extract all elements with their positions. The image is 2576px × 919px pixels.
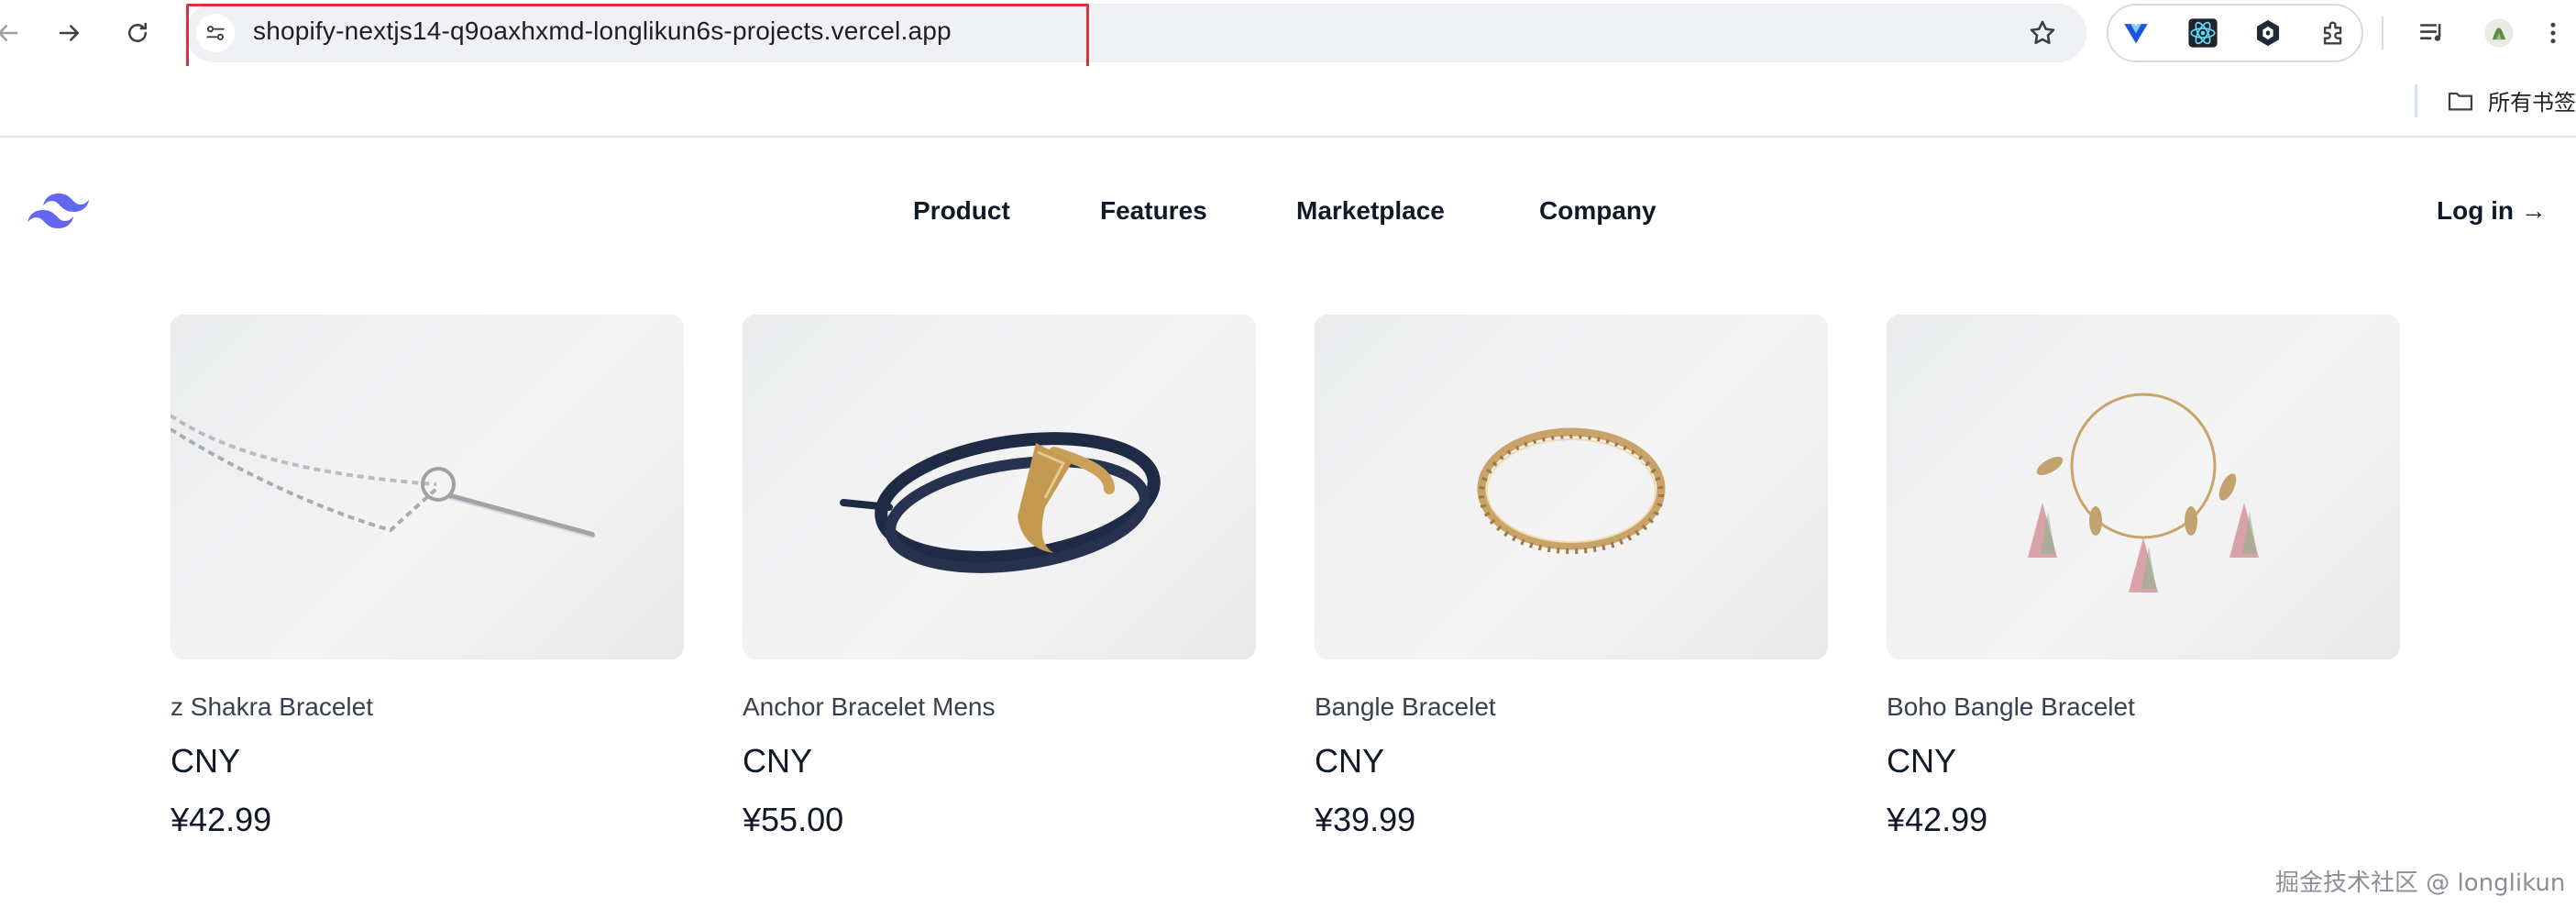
reload-button[interactable] — [117, 13, 158, 53]
puzzle-icon — [2323, 21, 2342, 45]
react-devtools-extension[interactable] — [2185, 15, 2221, 51]
media-control-button[interactable] — [2415, 15, 2451, 51]
nav-link-features[interactable]: Features — [1100, 196, 1296, 233]
star-icon — [2030, 20, 2055, 45]
gold-bangle-image — [1477, 427, 1666, 554]
tassel-bangle-image — [2028, 393, 2259, 592]
v-logo-icon — [2124, 24, 2148, 44]
bookmarks-divider — [2415, 84, 2417, 117]
product-image[interactable] — [743, 315, 1256, 659]
product-card[interactable]: z Shakra Bracelet CNY ¥42.99 — [171, 315, 684, 839]
bookmark-star-button[interactable] — [2024, 15, 2061, 51]
product-name: Bangle Bracelet — [1315, 692, 1496, 721]
product-price: ¥42.99 — [171, 801, 272, 838]
tailwind-logo-icon[interactable] — [24, 188, 94, 232]
nav-link-company[interactable]: Company — [1539, 196, 1668, 233]
back-button[interactable] — [0, 13, 28, 53]
product-price: ¥42.99 — [1887, 801, 1988, 838]
toolbar-separator — [2382, 17, 2383, 50]
product-grid: z Shakra Bracelet CNY ¥42.99 Anchor Brac… — [171, 315, 2400, 839]
anchor-leather-bracelet-image — [840, 432, 1161, 573]
reload-icon — [128, 22, 147, 42]
kebab-menu-icon — [2550, 22, 2556, 44]
product-currency: CNY — [1315, 742, 1385, 780]
profile-avatar[interactable] — [2481, 15, 2517, 51]
watermark: 掘金技术社区 @ longlikun — [2275, 869, 2566, 897]
silver-chain-bracelet-image — [171, 414, 595, 538]
hexagon-extension[interactable] — [2250, 15, 2286, 51]
react-icon — [2188, 18, 2218, 48]
product-image[interactable] — [1315, 315, 1828, 659]
product-currency: CNY — [1887, 742, 1957, 780]
chrome-menu-button[interactable] — [2539, 15, 2567, 51]
extensions-button[interactable] — [2316, 15, 2352, 51]
bookmarks-bar — [0, 66, 2576, 138]
forward-button[interactable] — [50, 13, 90, 53]
product-image[interactable] — [1887, 315, 2400, 659]
product-currency: CNY — [743, 742, 813, 780]
all-bookmarks-folder[interactable]: 所有书签 — [2446, 84, 2576, 116]
browser-toolbar: shopify-nextjs14-q9oaxhxmd-longlikun6s-p… — [0, 0, 2576, 71]
vue-devtools-extension[interactable] — [2118, 15, 2154, 51]
main-nav: Product Features Marketplace Company — [913, 196, 1668, 233]
arrow-right-icon — [59, 25, 79, 41]
all-bookmarks-label: 所有书签 — [2488, 90, 2576, 116]
product-name: Anchor Bracelet Mens — [743, 692, 996, 721]
product-card[interactable]: Boho Bangle Bracelet CNY ¥42.99 — [1887, 315, 2400, 839]
url-highlight-box — [186, 4, 1089, 71]
nav-link-product[interactable]: Product — [913, 196, 1100, 233]
product-name: Boho Bangle Bracelet — [1887, 692, 2135, 721]
product-currency: CNY — [171, 742, 241, 780]
nav-link-marketplace[interactable]: Marketplace — [1296, 196, 1539, 233]
login-link[interactable]: Log in → — [2437, 196, 2547, 226]
playlist-icon — [2419, 24, 2441, 41]
product-card[interactable]: Bangle Bracelet CNY ¥39.99 — [1315, 315, 1828, 839]
folder-icon — [2448, 92, 2473, 110]
product-card[interactable]: Anchor Bracelet Mens CNY ¥55.00 — [743, 315, 1256, 839]
arrow-left-icon — [0, 25, 18, 41]
hexagon-icon — [2256, 19, 2280, 47]
product-price: ¥55.00 — [743, 801, 844, 838]
avatar-icon — [2484, 18, 2514, 48]
product-name: z Shakra Bracelet — [171, 692, 373, 721]
product-image[interactable] — [171, 315, 684, 659]
product-price: ¥39.99 — [1315, 801, 1416, 838]
